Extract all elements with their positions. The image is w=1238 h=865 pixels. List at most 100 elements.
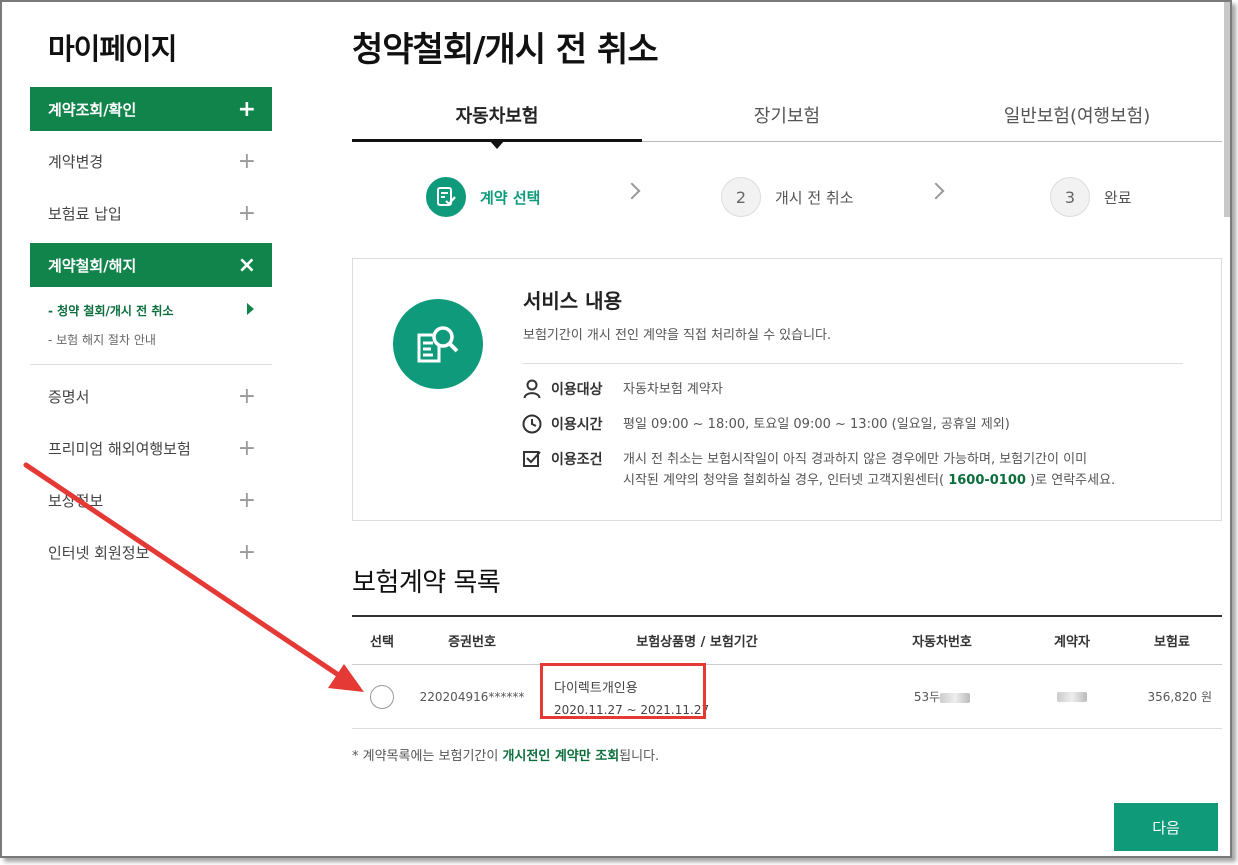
- divider: [523, 363, 1183, 364]
- sidebar-item-label: 증명서: [48, 387, 90, 406]
- sidebar-item-withdrawal-cancel[interactable]: 계약철회/해지 ×: [30, 243, 272, 287]
- service-title: 서비스 내용: [523, 289, 622, 313]
- tab-general-insurance[interactable]: 일반보험(여행보험): [932, 90, 1222, 141]
- sidebar-item-member-info[interactable]: 인터넷 회원정보 +: [30, 530, 272, 574]
- table-row: 220204916****** 다이렉트개인용 2020.11.27 ~ 202…: [352, 662, 1222, 729]
- sidebar-item-label: 계약조회/확인: [48, 100, 137, 119]
- tab-bar: 자동차보험 장기보험 일반보험(여행보험): [352, 90, 1222, 149]
- step-label: 완료: [1104, 188, 1132, 207]
- header-contractor: 계약자: [1054, 635, 1090, 650]
- contractor-cell: [1022, 690, 1122, 704]
- browser-window: 마이페이지 계약조회/확인 + 계약변경 + 보험료 납입 + 계약철회/해지 …: [0, 0, 1232, 858]
- header-car-no: 자동차번호: [912, 635, 972, 650]
- step-indicator: 계약 선택 2 개시 전 취소 3 완료: [352, 177, 1222, 221]
- plus-icon: +: [237, 383, 256, 409]
- list-note: * 계약목록에는 보험기간이 개시전인 계약만 조회됩니다.: [352, 745, 659, 764]
- car-number: 53두: [913, 690, 941, 704]
- step-number: 2: [721, 177, 761, 217]
- select-cell: [352, 684, 412, 709]
- sidebar-item-label: 계약변경: [48, 152, 104, 171]
- tab-auto-insurance[interactable]: 자동차보험: [352, 90, 642, 149]
- divider: [30, 364, 272, 365]
- product-info: 다이렉트개인용 2020.11.27 ~ 2021.11.27: [540, 662, 862, 719]
- plus-icon: +: [237, 539, 256, 565]
- condition-text: )로 연락주세요.: [1030, 473, 1116, 488]
- tab-indicator: [490, 141, 504, 149]
- tab-label: 장기보험: [753, 106, 821, 127]
- header-product: 보험상품명 / 보험기간: [636, 635, 758, 650]
- note-text: * 계약목록에는 보험기간이: [352, 749, 503, 764]
- sidebar-subitem-label: - 청약 철회/개시 전 취소: [48, 304, 174, 318]
- step-number: 3: [1050, 177, 1090, 217]
- sidebar-item-premium-travel[interactable]: 프리미엄 해외여행보험 +: [30, 426, 272, 470]
- note-highlight: 개시전인 계약만 조회: [502, 749, 620, 764]
- premium: 356,820 원: [1147, 690, 1212, 704]
- tab-label: 일반보험(여행보험): [1003, 106, 1151, 127]
- document-search-icon: [393, 299, 483, 389]
- sidebar-item-label: 보상정보: [48, 491, 104, 510]
- plus-icon: +: [237, 487, 256, 513]
- condition-text: 시작된 계약의 청약을 철회하실 경우, 인터넷 고객지원센터(: [623, 473, 945, 488]
- clock-icon: [521, 414, 543, 434]
- sidebar-title: 마이페이지: [48, 32, 177, 66]
- service-target-row: 이용대상 자동차보험 계약자: [521, 379, 1163, 400]
- header-select: 선택: [370, 635, 394, 650]
- service-condition-value: 개시 전 취소는 보험시작일이 아직 경과하지 않은 경우에만 가능하며, 보험…: [623, 449, 1163, 491]
- note-text: 됩니다.: [619, 749, 660, 764]
- car-number-cell: 53두: [862, 688, 1022, 705]
- contract-list-title: 보험계약 목록: [352, 568, 501, 598]
- triangle-right-icon: [247, 303, 254, 315]
- sidebar-subitem-label: - 보험 해지 절차 안내: [48, 333, 156, 347]
- plus-icon: +: [237, 148, 256, 174]
- plus-icon: +: [237, 200, 256, 226]
- service-target-label: 이용대상: [551, 382, 603, 398]
- annotation-highlight-box: [540, 662, 706, 719]
- sidebar-item-contract-change[interactable]: 계약변경 +: [30, 139, 272, 183]
- service-target-value: 자동차보험 계약자: [623, 382, 723, 397]
- service-description: 보험기간이 개시 전인 계약을 직접 처리하실 수 있습니다.: [523, 328, 832, 343]
- sidebar-item-label: 계약철회/해지: [48, 256, 137, 275]
- sidebar-subitem-withdrawal[interactable]: - 청약 철회/개시 전 취소: [48, 302, 254, 319]
- sidebar-item-contract-inquiry[interactable]: 계약조회/확인 +: [30, 87, 272, 131]
- sidebar-item-label: 보험료 납입: [48, 204, 122, 223]
- checkbox-icon: [521, 449, 543, 469]
- step-1-circle: [426, 177, 466, 217]
- next-button[interactable]: 다음: [1114, 803, 1218, 851]
- blurred-text: [940, 692, 971, 703]
- header-policy-no: 증권번호: [448, 635, 496, 650]
- sidebar-item-claim-info[interactable]: 보상정보 +: [30, 478, 272, 522]
- blurred-text: [1057, 692, 1087, 702]
- close-icon: ×: [237, 252, 256, 278]
- contract-select-radio[interactable]: [370, 684, 394, 709]
- sidebar-item-label: 프리미엄 해외여행보험: [48, 439, 191, 458]
- step-1: 계약 선택: [426, 177, 540, 217]
- sidebar-item-premium-payment[interactable]: 보험료 납입 +: [30, 191, 272, 235]
- scrollbar[interactable]: [1224, 2, 1230, 217]
- sidebar-item-label: 인터넷 회원정보: [48, 543, 150, 562]
- policy-number: 220204916******: [419, 689, 525, 704]
- support-phone: 1600-0100: [948, 473, 1026, 488]
- service-time-label: 이용시간: [551, 417, 603, 433]
- header-premium: 보험료: [1154, 635, 1190, 650]
- sidebar-item-certificate[interactable]: 증명서 +: [30, 374, 272, 418]
- table-header: 선택 증권번호 보험상품명 / 보험기간 자동차번호 계약자 보험료: [352, 617, 1222, 665]
- service-time-value: 평일 09:00 ~ 18:00, 토요일 09:00 ~ 13:00 (일요일…: [623, 417, 1010, 432]
- plus-icon: +: [237, 96, 256, 122]
- plus-icon: +: [237, 435, 256, 461]
- condition-text: 개시 전 취소는 보험시작일이 아직 경과하지 않은 경우에만 가능하며, 보험…: [623, 452, 1088, 467]
- step-label: 계약 선택: [480, 188, 541, 207]
- user-icon: [521, 379, 543, 399]
- service-info-box: 서비스 내용 보험기간이 개시 전인 계약을 직접 처리하실 수 있습니다. 이…: [352, 258, 1222, 521]
- step-3: 3 완료: [1050, 177, 1132, 217]
- service-condition-label: 이용조건: [551, 452, 603, 468]
- service-time-row: 이용시간 평일 09:00 ~ 18:00, 토요일 09:00 ~ 13:00…: [521, 414, 1163, 435]
- chevron-right-icon: [927, 182, 945, 200]
- document-check-icon: [437, 187, 456, 206]
- contract-table: 선택 증권번호 보험상품명 / 보험기간 자동차번호 계약자 보험료 22020…: [352, 615, 1222, 729]
- step-2: 2 개시 전 취소: [721, 177, 854, 217]
- tab-label: 자동차보험: [455, 106, 539, 127]
- page-title: 청약철회/개시 전 취소: [352, 30, 659, 70]
- tab-long-term-insurance[interactable]: 장기보험: [642, 90, 932, 141]
- service-condition-row: 이용조건 개시 전 취소는 보험시작일이 아직 경과하지 않은 경우에만 가능하…: [521, 449, 1163, 491]
- sidebar-subitem-termination-guide[interactable]: - 보험 해지 절차 안내: [48, 331, 156, 348]
